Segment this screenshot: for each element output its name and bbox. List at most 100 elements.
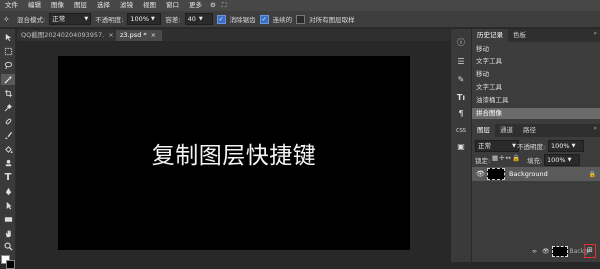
fill-input[interactable]: 100% ▼: [544, 154, 580, 166]
antialias-checkbox[interactable]: ✓: [216, 14, 226, 24]
lock-options-icon[interactable]: ▦✛↔🔒: [492, 154, 521, 162]
close-icon[interactable]: ×: [108, 31, 113, 39]
menu-file[interactable]: 文件: [0, 0, 23, 11]
menu-window[interactable]: 窗口: [161, 0, 184, 11]
brush-settings-icon[interactable]: ✎: [453, 73, 469, 85]
shape-tool-icon[interactable]: [1, 214, 15, 225]
layer-blend-value: 正常: [478, 142, 491, 150]
history-panel-tabs: 历史记录 色板: [472, 29, 600, 42]
side-panel: 历史记录 色板 » 移动 文字工具 移动 文字工具 油漆桶工具 拼合图像 图层 …: [472, 29, 600, 262]
close-icon[interactable]: ×: [151, 31, 156, 39]
select-arrow-tool-icon[interactable]: [1, 200, 15, 211]
paint-bucket-tool-icon[interactable]: [1, 144, 15, 155]
document-canvas[interactable]: 复制图层快捷键: [58, 56, 410, 250]
lock-label: 锁定:: [475, 157, 491, 165]
hand-tool-icon[interactable]: [1, 228, 15, 239]
paragraph-icon[interactable]: ¶: [453, 107, 469, 119]
layer-row[interactable]: 👁 Background 🔒: [472, 167, 600, 181]
layer-name[interactable]: Background: [509, 170, 548, 178]
tab-history[interactable]: 历史记录: [472, 29, 508, 42]
chevron-down-icon: ▼: [198, 16, 203, 22]
sample-all-checkbox[interactable]: [296, 14, 306, 24]
menu-image[interactable]: 图像: [46, 0, 69, 11]
document-tabs: QQ截图20240204093957. × z3.psd * ×: [17, 29, 450, 41]
menu-edit[interactable]: 编辑: [23, 0, 46, 11]
tab-channels[interactable]: 通道: [495, 124, 518, 137]
menu-filter[interactable]: 滤镜: [115, 0, 138, 11]
tab-paths[interactable]: 路径: [518, 124, 541, 137]
collapse-icon[interactable]: »: [593, 30, 597, 37]
text-tool-icon[interactable]: T: [1, 172, 15, 183]
tab-z3-psd[interactable]: z3.psd * ×: [116, 30, 162, 41]
menu-select[interactable]: 选择: [92, 0, 115, 11]
menu-more[interactable]: 更多: [184, 0, 207, 11]
account-icon[interactable]: ⚙: [207, 0, 219, 11]
fullscreen-icon[interactable]: ⛶: [219, 0, 230, 11]
opacity-value: 100%: [130, 15, 149, 23]
tab-swatches[interactable]: 色板: [508, 29, 531, 42]
history-item[interactable]: 移动: [472, 44, 600, 55]
collapse-icon[interactable]: »: [593, 125, 597, 132]
visibility-ghost-icon: 👁: [542, 247, 550, 255]
layer-opacity-value: 100%: [551, 142, 570, 150]
css-icon[interactable]: CSS: [453, 125, 469, 137]
magic-wand-icon: ✧: [3, 14, 10, 24]
menu-view[interactable]: 视图: [138, 0, 161, 11]
lock-icon: 🔒: [588, 170, 596, 178]
tab-qq-screenshot[interactable]: QQ截图20240204093957. ×: [17, 30, 117, 41]
contiguous-label: 连续的: [272, 16, 293, 24]
chevron-down-icon: ▼: [151, 16, 155, 22]
tool-bar: T: [0, 29, 16, 269]
marquee-tool-icon[interactable]: [1, 46, 15, 57]
layer-thumbnail: [487, 168, 505, 180]
history-item[interactable]: 移动: [472, 69, 600, 80]
canvas-text: 复制图层快捷键: [151, 143, 317, 169]
link-icon[interactable]: ∞: [532, 248, 539, 255]
panel-icon-bar: ⓘ ☰ ✎ Tı ¶ CSS ▣: [451, 29, 471, 262]
chevron-down-icon: ▼: [84, 16, 89, 22]
tab-layers[interactable]: 图层: [472, 124, 495, 137]
blend-mode-label: 混合模式:: [17, 16, 46, 24]
options-bar: ✧ 混合模式: 正常 ▼ 不透明度: 100% ▼ 容差: 40 ▼ ✓ 消除锯…: [0, 11, 600, 28]
background-color-swatch[interactable]: [6, 260, 15, 269]
history-item[interactable]: 文字工具: [472, 56, 600, 67]
dragged-layer-thumbnail: [551, 245, 568, 257]
tolerance-input[interactable]: 40 ▼: [184, 13, 213, 25]
pen-tool-icon[interactable]: [1, 186, 15, 197]
opacity-label: 不透明度:: [95, 16, 124, 24]
move-tool-icon[interactable]: [1, 32, 15, 43]
fill-label: 填充:: [527, 157, 543, 165]
history-item-selected[interactable]: 拼合图像: [472, 108, 600, 119]
image-icon[interactable]: ▣: [453, 140, 469, 152]
contiguous-checkbox[interactable]: ✓: [259, 14, 269, 24]
new-layer-icon[interactable]: ⊞: [587, 246, 593, 254]
brush-tool-icon[interactable]: [1, 130, 15, 141]
layer-blend-select[interactable]: 正常 ▼: [475, 140, 519, 152]
info-icon[interactable]: ⓘ: [453, 36, 469, 48]
history-item[interactable]: 文字工具: [472, 82, 600, 93]
chevron-down-icon: ▼: [512, 143, 516, 149]
layers-panel-tabs: 图层 通道 路径: [472, 124, 600, 137]
layer-opacity-input[interactable]: 100% ▼: [548, 140, 584, 152]
clone-stamp-tool-icon[interactable]: [1, 158, 15, 169]
character-icon[interactable]: Tı: [453, 91, 469, 103]
eye-icon[interactable]: 👁: [476, 170, 485, 178]
menu-layer[interactable]: 图层: [69, 0, 92, 11]
tab-label: z3.psd *: [120, 31, 147, 39]
crop-tool-icon[interactable]: [1, 88, 15, 99]
zoom-tool-icon[interactable]: [1, 241, 15, 252]
menu-bar: 文件 编辑 图像 图层 选择 滤镜 视图 窗口 更多 ⚙ ⛶: [0, 0, 600, 11]
eyedropper-tool-icon[interactable]: [1, 102, 15, 113]
tolerance-label: 容差:: [165, 16, 181, 24]
blend-mode-select[interactable]: 正常 ▼: [49, 13, 92, 25]
healing-tool-icon[interactable]: [1, 116, 15, 127]
properties-icon[interactable]: ☰: [453, 55, 469, 67]
history-item[interactable]: 油漆桶工具: [472, 95, 600, 106]
magic-wand-tool-icon[interactable]: [1, 74, 15, 85]
blend-mode-value: 正常: [52, 15, 66, 23]
chevron-down-icon: ▼: [567, 157, 572, 163]
opacity-input[interactable]: 100% ▼: [127, 13, 162, 25]
tolerance-value: 40: [187, 15, 196, 23]
sample-all-label: 对所有图层取样: [309, 16, 355, 24]
lasso-tool-icon[interactable]: [1, 60, 15, 71]
